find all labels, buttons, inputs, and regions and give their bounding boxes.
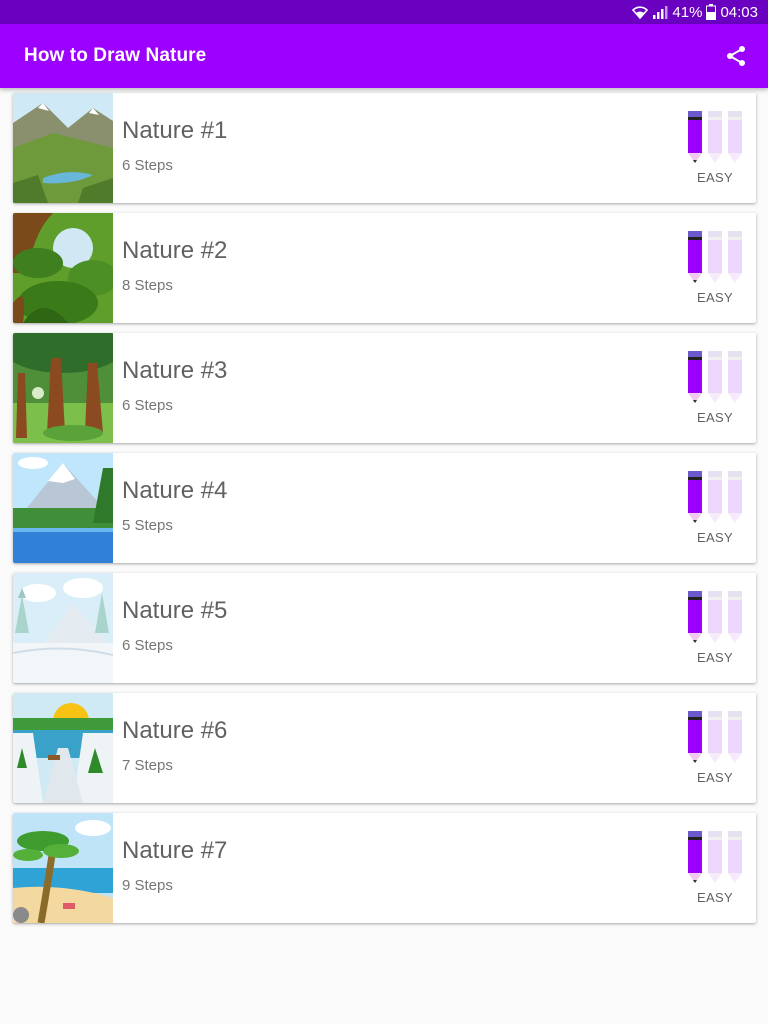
signal-icon [652,4,668,20]
item-steps: 8 Steps [122,276,173,294]
list-item[interactable]: Nature #1 6 Steps EASY [13,93,756,203]
pencil-icon [688,111,702,163]
difficulty-indicator: EASY [680,693,756,803]
wifi-icon [632,4,649,20]
item-steps: 5 Steps [122,516,173,534]
pencil-icon [708,831,722,883]
share-icon[interactable] [724,44,748,68]
item-title: Nature #4 [122,476,228,504]
pencil-icon [688,591,702,643]
difficulty-label: EASY [697,770,733,785]
item-title: Nature #6 [122,716,228,744]
pencil-icon [728,471,742,523]
list-item[interactable]: Nature #4 5 Steps EASY [13,453,756,563]
item-steps: 6 Steps [122,636,173,654]
difficulty-label: EASY [697,170,733,185]
pencil-icon [728,351,742,403]
pencil-icon [688,831,702,883]
item-steps: 7 Steps [122,756,173,774]
pencil-icon [728,231,742,283]
battery-percent: 41% [672,3,703,21]
battery-icon [706,4,717,20]
pencil-icon [708,471,722,523]
status-bar: 41% 04:03 [0,0,768,24]
pencil-icon [728,591,742,643]
pencil-icon [708,591,722,643]
item-title: Nature #1 [122,116,228,144]
difficulty-label: EASY [697,530,733,545]
pencil-icon [708,231,722,283]
difficulty-indicator: EASY [680,333,756,443]
item-steps: 6 Steps [122,156,173,174]
list-item[interactable]: Nature #5 6 Steps EASY [13,573,756,683]
list-item[interactable]: Nature #6 7 Steps EASY [13,693,756,803]
thumbnail-image [13,213,113,323]
item-steps: 9 Steps [122,876,173,894]
list-item[interactable]: Nature #3 6 Steps EASY [13,333,756,443]
difficulty-label: EASY [697,410,733,425]
difficulty-label: EASY [697,890,733,905]
pencil-icon [708,711,722,763]
pencil-icon [728,711,742,763]
pencil-icon [728,831,742,883]
pencil-icon [708,111,722,163]
thumbnail-image [13,693,113,803]
list-item[interactable]: Nature #2 8 Steps EASY [13,213,756,323]
list-item[interactable]: Nature #7 9 Steps EASY [13,813,756,923]
item-title: Nature #5 [122,596,228,624]
pencil-icon [688,351,702,403]
pencil-icon [688,711,702,763]
thumbnail-image [13,813,113,923]
difficulty-label: EASY [697,650,733,665]
app-bar: How to Draw Nature [0,24,768,88]
thumbnail-image [13,573,113,683]
drawing-list: Nature #1 6 Steps EASY Nature #2 8 Steps… [0,88,768,923]
pencil-icon [728,111,742,163]
item-title: Nature #7 [122,836,228,864]
pencil-icon [688,231,702,283]
thumbnail-image [13,453,113,563]
difficulty-label: EASY [697,290,733,305]
item-title: Nature #3 [122,356,228,384]
thumbnail-image [13,333,113,443]
app-title: How to Draw Nature [24,45,207,66]
item-title: Nature #2 [122,236,228,264]
item-steps: 6 Steps [122,396,173,414]
difficulty-indicator: EASY [680,813,756,923]
clock: 04:03 [720,3,758,21]
difficulty-indicator: EASY [680,213,756,323]
pencil-icon [688,471,702,523]
difficulty-indicator: EASY [680,93,756,203]
pencil-icon [708,351,722,403]
thumbnail-image [13,93,113,203]
difficulty-indicator: EASY [680,573,756,683]
difficulty-indicator: EASY [680,453,756,563]
